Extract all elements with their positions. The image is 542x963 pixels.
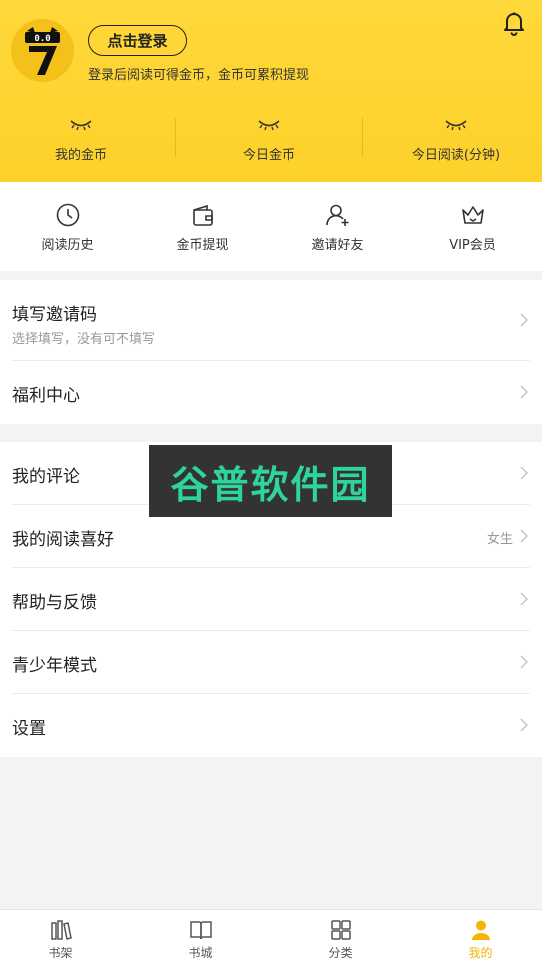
login-hint: 登录后阅读可得金币，金币可累积提现 xyxy=(88,68,310,83)
svg-text:0.0: 0.0 xyxy=(34,34,50,44)
chevron-right-icon xyxy=(520,592,528,606)
login-button[interactable]: 点击登录 xyxy=(88,25,187,56)
row-title: 青少年模式 xyxy=(12,656,97,676)
stat-label: 今日阅读(分钟) xyxy=(411,148,501,163)
stat-my-coins[interactable]: 我的金币 xyxy=(0,112,171,168)
watermark: 谷普软件园 xyxy=(149,445,392,517)
tab-label: 分类 xyxy=(328,946,353,960)
chevron-right-icon xyxy=(520,718,528,732)
chevron-right-icon xyxy=(520,655,528,669)
tab-label: 我的 xyxy=(468,946,493,960)
divider xyxy=(175,118,176,156)
tab-bookstore[interactable]: 书城 xyxy=(133,910,268,963)
chevron-right-icon xyxy=(520,385,528,399)
tab-label: 书城 xyxy=(188,946,213,960)
quick-label: 邀请好友 xyxy=(311,238,364,253)
bottom-tab-bar: 书架 书城 分类 我的 xyxy=(0,909,542,963)
row-title: 我的评论 xyxy=(12,467,80,487)
stat-today-coins[interactable]: 今日金币 xyxy=(179,112,359,168)
settings-row[interactable]: 设置 xyxy=(0,694,542,757)
quick-label: 阅读历史 xyxy=(41,238,94,253)
row-title: 福利中心 xyxy=(12,386,80,406)
quick-label: 金币提现 xyxy=(176,238,229,253)
row-value: 女生 xyxy=(486,532,513,547)
tab-mine[interactable]: 我的 xyxy=(413,910,542,963)
quick-coin-withdraw[interactable]: 金币提现 xyxy=(135,182,270,271)
quick-vip[interactable]: VIP会员 xyxy=(405,182,540,271)
stat-today-reading[interactable]: 今日阅读(分钟) xyxy=(366,112,542,168)
closed-eye-icon xyxy=(445,120,467,130)
help-feedback-row[interactable]: 帮助与反馈 xyxy=(0,568,542,630)
chevron-right-icon xyxy=(520,529,528,543)
quick-invite-friends[interactable]: 邀请好友 xyxy=(270,182,405,271)
profile-header: 0.0 点击登录 登录后阅读可得金币，金币可累积提现 我的金币 今日金币 今日阅… xyxy=(0,0,542,182)
quick-actions: 阅读历史 金币提现 邀请好友 VIP会员 xyxy=(0,182,542,271)
row-title: 填写邀请码 xyxy=(12,305,97,325)
chevron-right-icon xyxy=(520,313,528,327)
book-icon xyxy=(189,921,212,940)
bell-icon[interactable] xyxy=(501,10,527,36)
invite-code-row[interactable]: 填写邀请码 选择填写，没有可不填写 xyxy=(0,280,542,360)
welfare-center-row[interactable]: 福利中心 xyxy=(0,361,542,424)
add-user-icon xyxy=(325,204,348,226)
row-title: 设置 xyxy=(12,719,46,739)
bookshelf-icon xyxy=(50,920,72,940)
closed-eye-icon xyxy=(258,120,280,130)
row-subtitle: 选择填写，没有可不填写 xyxy=(12,332,156,347)
tab-bookshelf[interactable]: 书架 xyxy=(0,910,128,963)
tab-category[interactable]: 分类 xyxy=(273,910,408,963)
crown-icon xyxy=(461,206,484,224)
chevron-right-icon xyxy=(520,466,528,480)
closed-eye-icon xyxy=(70,120,92,130)
tab-label: 书架 xyxy=(48,946,73,960)
user-icon xyxy=(471,920,490,940)
stat-label: 我的金币 xyxy=(54,148,107,163)
wallet-icon xyxy=(192,204,213,226)
divider xyxy=(362,118,363,156)
menu-group-1: 填写邀请码 选择填写，没有可不填写 福利中心 xyxy=(0,280,542,424)
grid-icon xyxy=(330,920,351,940)
youth-mode-row[interactable]: 青少年模式 xyxy=(0,631,542,693)
row-title: 我的阅读喜好 xyxy=(12,530,114,550)
row-title: 帮助与反馈 xyxy=(12,593,97,613)
quick-reading-history[interactable]: 阅读历史 xyxy=(0,182,135,271)
avatar[interactable]: 0.0 xyxy=(11,19,74,82)
stat-label: 今日金币 xyxy=(242,148,295,163)
clock-icon xyxy=(56,203,79,227)
quick-label: VIP会员 xyxy=(449,238,496,253)
